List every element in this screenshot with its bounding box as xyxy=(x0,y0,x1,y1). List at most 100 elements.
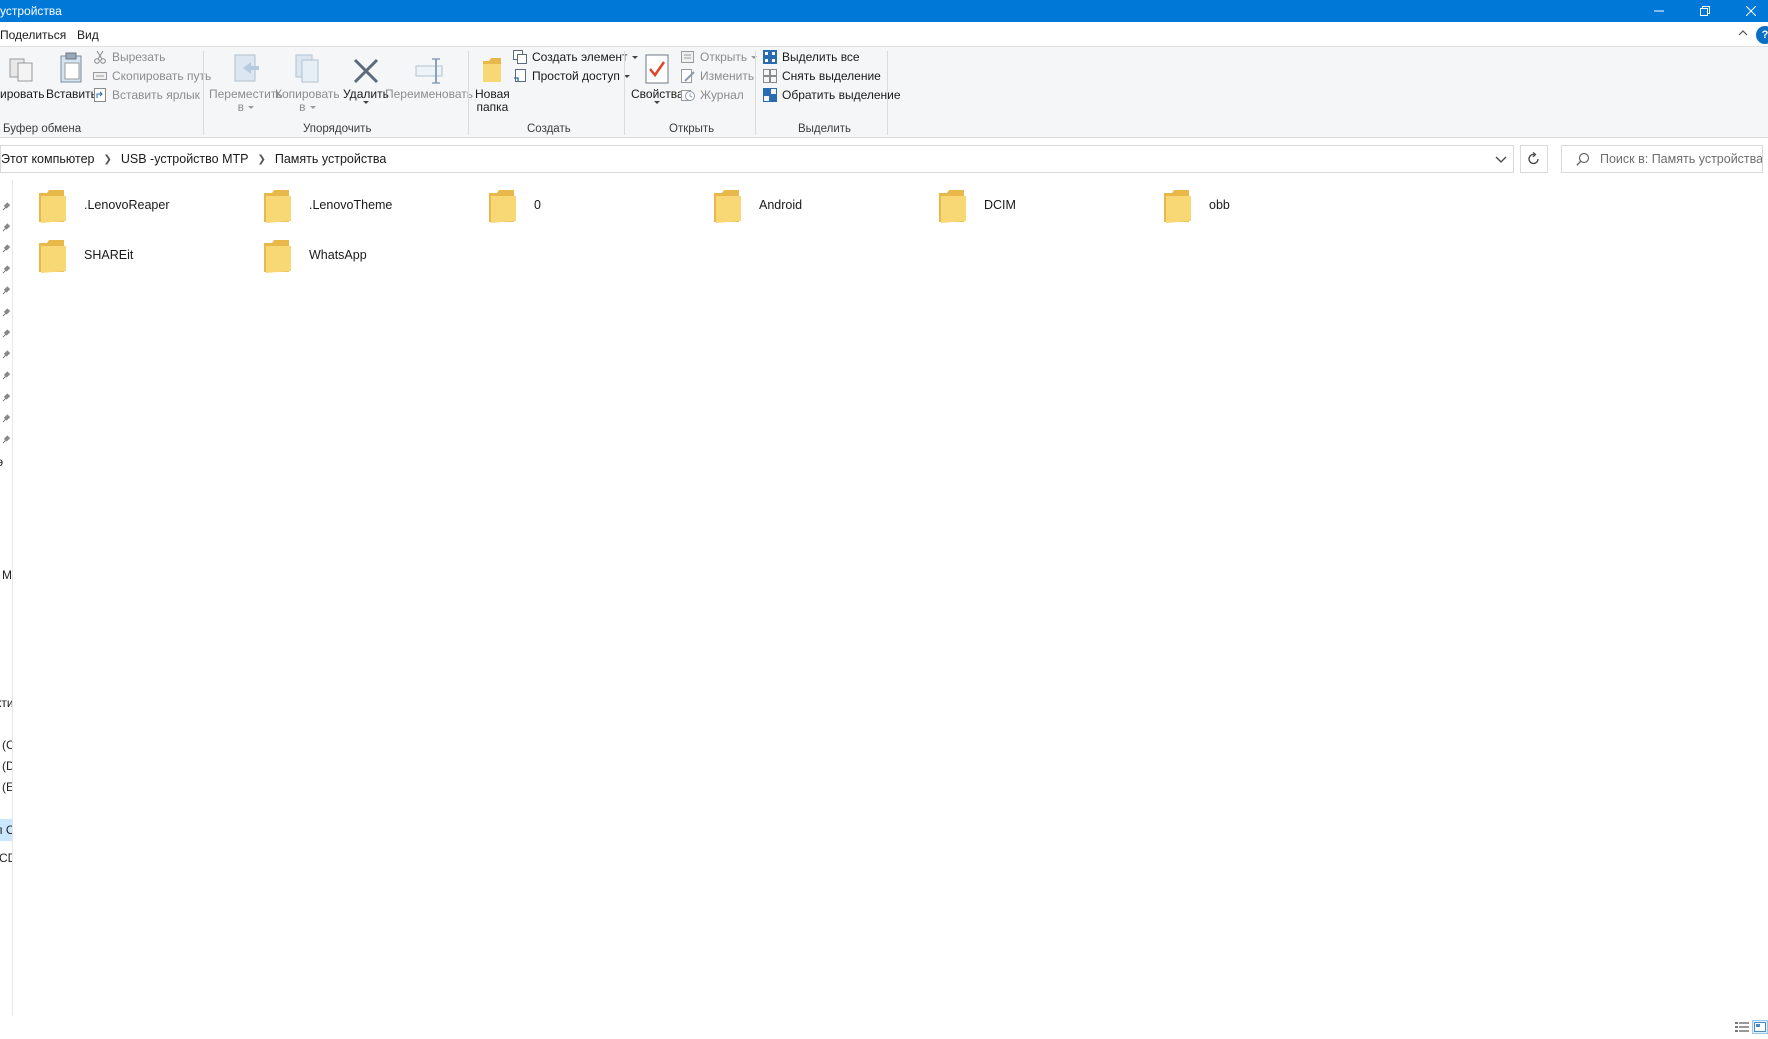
pin-icon xyxy=(2,350,11,359)
folder-name: .LenovoReaper xyxy=(84,198,170,212)
new-folder-icon xyxy=(476,51,508,85)
folder-item[interactable]: obb xyxy=(1139,180,1379,230)
paste-icon xyxy=(55,51,87,85)
select-all-button[interactable]: Выделить все xyxy=(762,47,860,67)
delete-x-icon xyxy=(350,51,382,85)
properties-checkmark-icon xyxy=(641,51,673,85)
copy-path-button[interactable]: Скопировать путь xyxy=(92,66,211,86)
pin-icon xyxy=(2,414,11,423)
folder-item[interactable]: DCIM xyxy=(914,180,1154,230)
tab-view[interactable]: Вид xyxy=(77,28,99,42)
rename-button[interactable]: Переименовать xyxy=(385,51,473,101)
file-list[interactable]: .LenovoReaper .LenovoTheme 0 Android DCI… xyxy=(14,180,1768,1015)
nav-item-fragment[interactable]: э xyxy=(0,455,3,469)
breadcrumb-device-storage[interactable]: Память устройства xyxy=(275,152,386,166)
folder-icon xyxy=(264,190,291,223)
address-row: Этот компьютер ❯ USB -устройство MTP ❯ П… xyxy=(0,138,1768,180)
restore-icon xyxy=(1700,6,1710,16)
chevron-right-icon[interactable]: ❯ xyxy=(257,154,265,165)
ribbon-separator xyxy=(887,51,888,135)
move-to-button[interactable]: Переместить в xyxy=(209,51,283,114)
folder-item[interactable]: Android xyxy=(689,180,929,230)
copy-to-button[interactable]: Копировать в xyxy=(275,51,340,114)
organize-group-label: Упорядочить xyxy=(303,123,372,135)
folder-icon xyxy=(939,190,966,223)
paste-button[interactable]: Вставить xyxy=(46,51,97,101)
search-icon xyxy=(1576,152,1590,166)
edit-button[interactable]: Изменить xyxy=(680,66,754,86)
breadcrumb-this-pc[interactable]: Этот компьютер xyxy=(1,152,94,166)
folder-item[interactable]: .LenovoReaper xyxy=(14,180,254,230)
pin-icon xyxy=(2,244,11,253)
copy-path-icon xyxy=(92,68,108,84)
cut-button[interactable]: Вырезать xyxy=(92,47,165,67)
ribbon-tabs: Поделиться Вид ? xyxy=(0,22,1768,46)
large-icons-view-button[interactable] xyxy=(1752,1020,1768,1034)
close-icon xyxy=(1746,6,1756,16)
open-button[interactable]: Открыть xyxy=(680,47,758,67)
refresh-icon xyxy=(1528,152,1539,165)
folder-name: DCIM xyxy=(984,198,1016,212)
pin-icon xyxy=(2,329,11,338)
select-none-button[interactable]: Снять выделение xyxy=(762,66,881,86)
folder-icon xyxy=(1164,190,1191,223)
address-history-dropdown[interactable] xyxy=(1491,152,1511,168)
new-folder-button[interactable]: Новая папка xyxy=(475,51,510,114)
navigation-pane[interactable]: э М кти (С (D (Е п С CD xyxy=(0,180,13,1015)
invert-selection-button[interactable]: Обратить выделение xyxy=(762,85,901,105)
pin-icon xyxy=(2,371,11,380)
folder-item[interactable]: SHAREit xyxy=(14,230,254,280)
nav-item-drive[interactable]: (D xyxy=(2,759,12,773)
paste-shortcut-icon xyxy=(92,87,108,103)
paste-shortcut-button[interactable]: Вставить ярлык xyxy=(92,85,200,105)
ribbon-collapse-button[interactable] xyxy=(1736,26,1750,40)
details-view-icon xyxy=(1735,1022,1749,1032)
folder-item[interactable]: .LenovoTheme xyxy=(239,180,479,230)
nav-item-fragment[interactable]: п С xyxy=(0,823,12,837)
help-button[interactable]: ? xyxy=(1756,26,1768,44)
easy-access-icon xyxy=(512,68,528,84)
new-item-button[interactable]: Создать элемент xyxy=(512,47,638,67)
open-group-label: Открыть xyxy=(669,123,715,135)
history-button[interactable]: Журнал xyxy=(680,85,744,105)
minimize-button[interactable] xyxy=(1636,0,1682,22)
ribbon: ировать Вставить Вырезать Скопировать пу… xyxy=(0,46,1768,138)
folder-name: 0 xyxy=(534,198,541,212)
address-bar[interactable]: Этот компьютер ❯ USB -устройство MTP ❯ П… xyxy=(0,145,1514,173)
copy-button[interactable]: ировать xyxy=(0,51,44,101)
select-group-label: Выделить xyxy=(798,123,852,135)
folder-name: obb xyxy=(1209,198,1230,212)
folder-item[interactable]: WhatsApp xyxy=(239,230,479,280)
chevron-up-icon xyxy=(1738,30,1748,36)
title-bar: устройства xyxy=(0,0,1768,22)
pin-icon xyxy=(2,393,11,402)
properties-button[interactable]: Свойства xyxy=(631,51,684,104)
easy-access-button[interactable]: Простой доступ xyxy=(512,66,630,86)
folder-name: Android xyxy=(759,198,803,212)
nav-item-drive[interactable]: (Е xyxy=(2,780,12,794)
folder-icon xyxy=(489,190,516,223)
folder-icon xyxy=(714,190,741,223)
nav-item-fragment[interactable]: М xyxy=(2,568,12,582)
chevron-right-icon[interactable]: ❯ xyxy=(103,154,111,165)
folder-icon xyxy=(264,240,291,273)
delete-button[interactable]: Удалить xyxy=(343,51,389,104)
large-icons-view-icon xyxy=(1754,1022,1766,1032)
folder-item[interactable]: 0 xyxy=(464,180,704,230)
refresh-button[interactable] xyxy=(1520,145,1548,173)
tab-share[interactable]: Поделиться xyxy=(0,28,66,42)
nav-item-fragment[interactable]: CD xyxy=(0,851,12,865)
nav-item-drive[interactable]: (С xyxy=(2,738,12,752)
breadcrumb-mtp-device[interactable]: USB -устройство MTP xyxy=(121,152,249,166)
pin-icon xyxy=(2,435,11,444)
nav-item-fragment[interactable]: кти xyxy=(0,696,12,710)
select-none-icon xyxy=(762,68,778,84)
clipboard-group-label: Буфер обмена xyxy=(3,123,82,135)
restore-button[interactable] xyxy=(1682,0,1728,22)
details-view-button[interactable] xyxy=(1734,1020,1750,1034)
copy-icon xyxy=(6,51,38,85)
close-button[interactable] xyxy=(1728,0,1768,22)
folder-icon xyxy=(39,190,66,223)
search-box[interactable]: Поиск в: Память устройства xyxy=(1561,145,1763,173)
ribbon-separator xyxy=(755,51,756,135)
